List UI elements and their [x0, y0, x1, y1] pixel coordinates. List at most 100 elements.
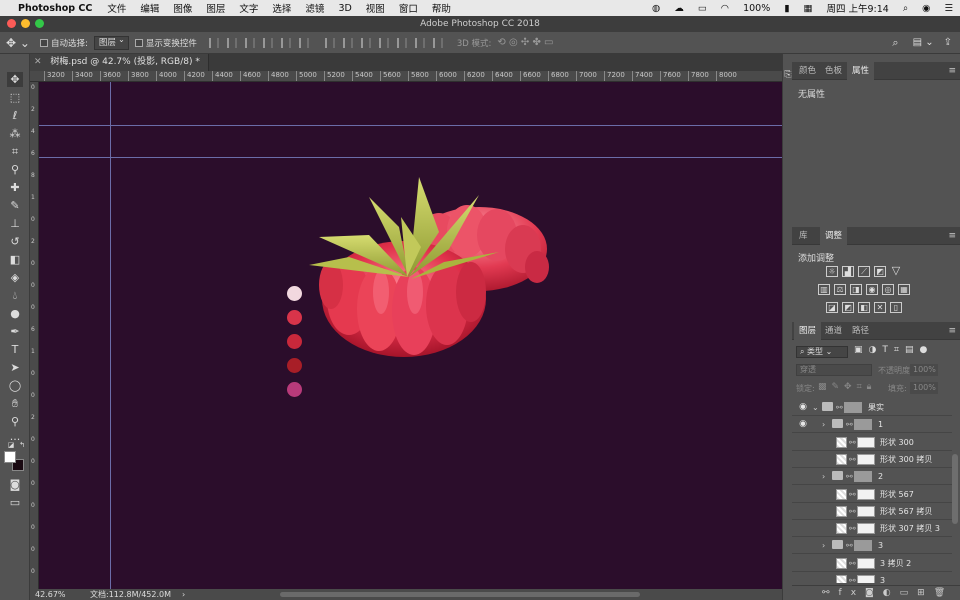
layer-mask-thumbnail[interactable]	[857, 453, 875, 465]
layer-thumbnail[interactable]	[836, 523, 847, 535]
panel-menu-icon[interactable]: ≡	[948, 66, 956, 76]
filter-shape-icon[interactable]: ⌗	[894, 345, 905, 355]
clock[interactable]: 周四 上午9:14	[819, 1, 895, 15]
layer-name[interactable]: 形状 307 拷贝 3	[880, 520, 940, 537]
notification-center-icon[interactable]: ☰	[937, 3, 960, 14]
ellipse-tool-icon[interactable]: ◯	[7, 378, 23, 393]
horizontal-guide[interactable]	[39, 125, 782, 126]
layer-mask-thumbnail[interactable]	[857, 505, 875, 517]
align-hcenter-icon[interactable]	[226, 37, 237, 48]
display-icon[interactable]: ▭	[691, 3, 714, 14]
blur-tool-icon[interactable]: 💧︎	[7, 288, 23, 303]
panel-menu-icon[interactable]: ≡	[948, 231, 956, 241]
menu-3d[interactable]: 3D	[331, 3, 358, 14]
hand-tool-icon[interactable]: ✋︎	[7, 396, 23, 411]
3d-rotate-icon[interactable]: ⟲	[497, 37, 505, 48]
history-brush-tool-icon[interactable]: ↺	[7, 234, 23, 249]
zoom-level[interactable]: 42.67%	[35, 589, 66, 600]
status-menu-icon[interactable]: ›	[182, 589, 185, 600]
minimize-window-button[interactable]	[21, 19, 30, 28]
layer-mask-thumbnail[interactable]	[857, 523, 875, 535]
horizontal-guide[interactable]	[39, 157, 782, 158]
align-bottom-icon[interactable]	[298, 37, 309, 48]
foreground-color-swatch[interactable]	[4, 451, 16, 463]
layer-row[interactable]: › ⚯ 3	[792, 537, 952, 555]
align-top-icon[interactable]	[262, 37, 273, 48]
align-left-icon[interactable]	[208, 37, 219, 48]
move-tool-icon[interactable]: ✥	[7, 72, 23, 87]
move-tool-preset-icon[interactable]: ✥ ⌄	[6, 36, 30, 50]
distribute-bottom-icon[interactable]	[360, 37, 371, 48]
color-balance-icon[interactable]: ◨	[850, 284, 862, 295]
siri-icon[interactable]: ◉	[915, 3, 937, 14]
vibrance-icon[interactable]: ▥	[818, 284, 830, 295]
opacity-input[interactable]: 100%	[910, 364, 938, 376]
new-layer-icon[interactable]: ⊞	[917, 588, 934, 598]
distribute-top-icon[interactable]	[324, 37, 335, 48]
wifi-icon[interactable]: ◠	[714, 3, 736, 14]
layer-thumbnail[interactable]	[836, 557, 847, 569]
battery-text[interactable]: 100%	[736, 3, 777, 14]
curves-icon[interactable]: ⟋	[858, 266, 870, 277]
wechat-icon[interactable]: ◍	[645, 3, 667, 14]
gradient-map-icon[interactable]: ▯	[890, 302, 902, 313]
fill-input[interactable]: 100%	[910, 382, 938, 394]
layer-name[interactable]: 3	[878, 537, 883, 554]
filter-toggle-icon[interactable]: ●	[919, 345, 933, 355]
new-adjustment-icon[interactable]: ◐	[883, 588, 900, 598]
blend-mode-dropdown[interactable]: 穿透	[796, 364, 872, 376]
layer-name[interactable]: 3	[880, 572, 885, 583]
tab-paths[interactable]: 路径	[847, 322, 874, 340]
show-transform-checkbox[interactable]: 显示变换控件	[134, 37, 197, 49]
app-menu[interactable]: Photoshop CC	[14, 3, 100, 14]
vertical-ruler[interactable]: 02468102000610020000000	[30, 82, 39, 589]
layer-row[interactable]: ◉ › ⚯ 1	[792, 416, 952, 434]
document-tab[interactable]: ✕ 树梅.psd @ 42.7% (投影, RGB/8) *	[30, 54, 209, 71]
layer-mask-thumbnail[interactable]	[857, 436, 875, 448]
black-white-icon[interactable]: ◉	[866, 284, 878, 295]
layer-thumbnail[interactable]	[836, 505, 847, 517]
layer-name[interactable]: 2	[878, 468, 883, 485]
layer-name[interactable]: 形状 300 拷贝	[880, 451, 932, 468]
tab-properties[interactable]: 属性	[847, 62, 875, 80]
cloud-icon[interactable]: ☁	[667, 3, 691, 14]
eraser-tool-icon[interactable]: ◧	[7, 252, 23, 267]
layer-name[interactable]: 果实	[868, 399, 884, 416]
layer-row[interactable]: ⚯ 形状 567	[792, 486, 952, 503]
chevron-right-icon[interactable]: ›	[822, 537, 825, 554]
exposure-icon[interactable]: ◩	[874, 266, 886, 277]
type-tool-icon[interactable]: T	[7, 342, 23, 357]
clone-stamp-tool-icon[interactable]: ⊥	[7, 216, 23, 231]
group-mask-thumbnail[interactable]	[854, 471, 872, 483]
crop-tool-icon[interactable]: ⌗	[7, 144, 23, 159]
invert-icon[interactable]: ◪	[826, 302, 838, 313]
delete-layer-icon[interactable]: 🗑︎	[934, 588, 954, 598]
tab-color[interactable]: 颜色	[794, 62, 821, 80]
layer-thumbnail[interactable]	[836, 488, 847, 500]
menu-type[interactable]: 文字	[232, 1, 265, 15]
battery-icon[interactable]: ▮	[777, 3, 796, 14]
auto-select-checkbox[interactable]: 自动选择:	[39, 37, 88, 49]
layer-name[interactable]: 形状 300	[880, 434, 914, 451]
layer-filter-dropdown[interactable]: ⌕ 类型 ⌄	[796, 346, 848, 358]
filter-pixel-icon[interactable]: ▣	[854, 345, 869, 355]
chevron-right-icon[interactable]: ›	[822, 416, 825, 433]
hue-saturation-icon[interactable]: ⚖	[834, 284, 846, 295]
swap-colors-icon[interactable]: ↰	[14, 438, 30, 453]
healing-brush-tool-icon[interactable]: ✚	[7, 180, 23, 195]
horizontal-scrollbar[interactable]	[280, 592, 640, 597]
visibility-eye-icon[interactable]: ◉	[798, 402, 808, 412]
layer-name[interactable]: 3 拷贝 2	[880, 555, 911, 572]
tab-layers[interactable]: 图层	[794, 322, 822, 340]
share-icon[interactable]: ⇪	[944, 37, 952, 48]
gradient-map-triangle-icon[interactable]: ▽	[890, 265, 902, 277]
group-mask-thumbnail[interactable]	[844, 402, 862, 413]
marquee-tool-icon[interactable]: ⬚	[7, 90, 23, 105]
paint-bucket-tool-icon[interactable]: ◈	[7, 270, 23, 285]
layer-name[interactable]: 1	[878, 416, 883, 433]
zoom-tool-icon[interactable]: ⚲	[7, 414, 23, 429]
close-window-button[interactable]	[7, 19, 16, 28]
distribute-vcenter-icon[interactable]	[342, 37, 353, 48]
layer-row[interactable]: ◉ ⌄ ⚯ 果实	[792, 399, 952, 416]
distribute-left-icon[interactable]	[378, 37, 389, 48]
